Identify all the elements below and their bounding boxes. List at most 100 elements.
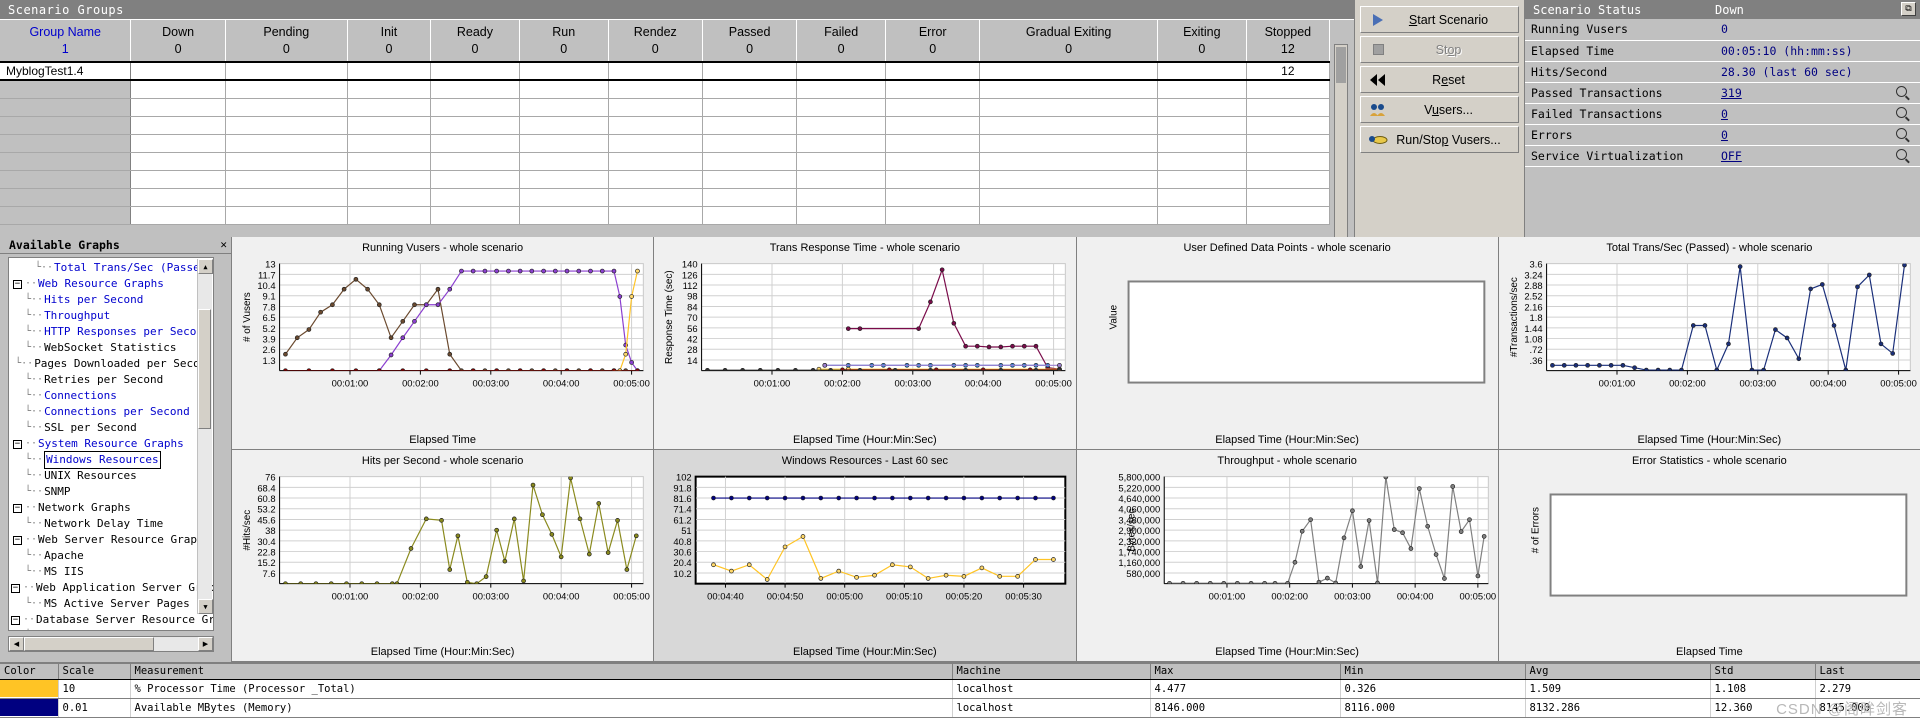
magnifier-icon[interactable] xyxy=(1882,145,1920,167)
table-row-empty[interactable] xyxy=(0,98,1331,117)
chart-running-vusers[interactable]: Running Vusers - whole scenario 13 11.7 10.… xyxy=(232,237,655,450)
magnifier-icon[interactable] xyxy=(1882,124,1920,146)
chart-windows-resources[interactable]: Windows Resources - Last 60 sec 102 91.8 81… xyxy=(654,449,1077,662)
scroll-left-icon[interactable]: ◀ xyxy=(9,637,24,651)
legend-column-color[interactable]: Color xyxy=(0,664,59,680)
tree-vertical-scrollbar[interactable]: ▲ ▼ xyxy=(197,259,213,614)
column-header-passed[interactable]: Passed 0 xyxy=(702,20,798,63)
column-header-down[interactable]: Down 0 xyxy=(130,20,226,63)
tree-collapse-icon[interactable]: − xyxy=(11,615,20,625)
restore-window-icon[interactable]: ⧉ xyxy=(1901,2,1916,16)
tree-horizontal-scrollbar[interactable]: ◀ ▶ xyxy=(8,636,214,652)
tree-item-websocket-statistics[interactable]: └·· WebSocket Statistics xyxy=(11,340,213,356)
tree-item-windows-resources[interactable]: └·· Windows Resources xyxy=(11,451,213,469)
tree-item-network-delay-time[interactable]: └·· Network Delay Time xyxy=(11,516,213,532)
status-value-link[interactable]: 0 xyxy=(1721,128,1728,142)
table-row-empty[interactable] xyxy=(0,188,1331,207)
tree-item-unix-resources[interactable]: └·· UNIX Resources xyxy=(11,468,213,484)
column-header-error[interactable]: Error 0 xyxy=(885,20,981,63)
tree-collapse-icon[interactable]: − xyxy=(11,583,20,593)
status-value-link[interactable]: OFF xyxy=(1721,149,1742,163)
tree-item-pages-downloaded-per-second[interactable]: └·· Pages Downloaded per Second xyxy=(11,356,213,372)
table-row[interactable]: MyblogTest1.4 12 xyxy=(0,62,1331,81)
tree-item-database-server-resource-graph[interactable]: −··Database Server Resource Graph xyxy=(11,612,213,628)
tree-item-ms-iis[interactable]: └·· MS IIS xyxy=(11,564,213,580)
legend-row[interactable]: 0.01 Available MBytes (Memory) localhost 81… xyxy=(0,698,1920,718)
chart-hits-per-second[interactable]: Hits per Second - whole scenario 76 68.4 60… xyxy=(232,449,655,662)
table-row-empty[interactable] xyxy=(0,206,1331,225)
legend-column-avg[interactable]: Avg xyxy=(1525,664,1711,680)
scroll-down-icon[interactable]: ▼ xyxy=(198,599,213,614)
scrollbar-thumb[interactable] xyxy=(198,309,211,429)
tree-collapse-icon[interactable]: − xyxy=(13,439,22,449)
table-row-empty[interactable] xyxy=(0,80,1331,99)
column-header-init[interactable]: Init 0 xyxy=(347,20,432,63)
available-graphs-tree[interactable]: └·· Total Trans/Sec (Passed) − ·· Web Resour… xyxy=(8,257,214,631)
column-header-run[interactable]: Run 0 xyxy=(519,20,609,63)
column-header-exiting[interactable]: Exiting 0 xyxy=(1157,20,1247,63)
legend-column-last[interactable]: Last xyxy=(1815,664,1920,680)
tree-item-retries-per-second[interactable]: └·· Retries per Second xyxy=(11,372,213,388)
tree-collapse-icon[interactable]: − xyxy=(13,535,22,545)
run-stop-vusers-button[interactable]: Run/Stop Vusers... xyxy=(1360,126,1519,153)
column-header-pending[interactable]: Pending 0 xyxy=(225,20,348,63)
column-header-gradual-exiting[interactable]: Gradual Exiting 0 xyxy=(979,20,1158,63)
column-header-group-name[interactable]: Group Name 1 xyxy=(0,20,132,63)
reset-button[interactable]: Reset xyxy=(1360,66,1519,93)
tree-item-throughput[interactable]: └·· Throughput xyxy=(11,308,213,324)
chart-throughput[interactable]: Throughput - whole scenario 5,800,000 5,22… xyxy=(1076,449,1499,662)
chart-error-statistics[interactable]: Error Statistics - whole scenario # of Er… xyxy=(1498,449,1920,662)
tree-collapse-icon[interactable]: − xyxy=(13,503,22,513)
tree-item-http-responses-per-second[interactable]: └·· HTTP Responses per Second xyxy=(11,324,213,340)
close-icon[interactable]: ✕ xyxy=(220,238,227,251)
column-header-ready[interactable]: Ready 0 xyxy=(430,20,520,63)
status-value-link[interactable]: 319 xyxy=(1721,86,1742,100)
column-header-stopped[interactable]: Stopped 12 xyxy=(1246,20,1331,63)
vusers-button[interactable]: Vusers... xyxy=(1360,96,1519,123)
chart-total-trans-sec-passed[interactable]: Total Trans/Sec (Passed) - whole scenari… xyxy=(1498,237,1920,450)
status-value-link[interactable]: 0 xyxy=(1721,107,1728,121)
scroll-right-icon[interactable]: ▶ xyxy=(198,637,213,651)
column-header-failed[interactable]: Failed 0 xyxy=(796,20,887,63)
chart-user-defined-data-points[interactable]: User Defined Data Points - whole scenari… xyxy=(1076,237,1499,450)
tree-item-ms-active-server-pages[interactable]: └·· MS Active Server Pages xyxy=(11,596,213,612)
legend-column-max[interactable]: Max xyxy=(1150,664,1341,680)
tree-item-total-trans-sec-passed-[interactable]: └·· Total Trans/Sec (Passed) xyxy=(11,260,213,276)
status-value[interactable]: 0 xyxy=(1715,124,1882,146)
start-scenario-button[interactable]: Start Scenario xyxy=(1360,6,1519,33)
magnifier-icon[interactable] xyxy=(1882,82,1920,104)
tree-item-web-resource-graphs[interactable]: − ·· Web Resource Graphs xyxy=(11,276,213,292)
table-row-empty[interactable] xyxy=(0,170,1331,189)
tree-item-system-resource-graphs[interactable]: − ·· System Resource Graphs xyxy=(11,436,213,452)
table-row-empty[interactable] xyxy=(0,116,1331,135)
column-header-rendez[interactable]: Rendez 0 xyxy=(608,20,703,63)
legend-column-measurement[interactable]: Measurement xyxy=(130,664,953,680)
status-value[interactable]: 0 xyxy=(1715,103,1882,125)
legend-column-min[interactable]: Min xyxy=(1340,664,1526,680)
status-value[interactable]: OFF xyxy=(1715,145,1882,167)
tree-item-web-application-server-graphs[interactable]: − ·· Web Application Server Graphs xyxy=(11,580,213,596)
tree-item-ssl-per-second[interactable]: └·· SSL per Second xyxy=(11,420,213,436)
tree-collapse-icon[interactable]: − xyxy=(13,279,22,289)
tree-item-web-server-resource-graphs[interactable]: − ·· Web Server Resource Graphs xyxy=(11,532,213,548)
tree-item-network-graphs[interactable]: − ·· Network Graphs xyxy=(11,500,213,516)
status-value[interactable]: 319 xyxy=(1715,82,1882,104)
tree-item-connections[interactable]: └·· Connections xyxy=(11,388,213,404)
tree-item-snmp[interactable]: └·· SNMP xyxy=(11,484,213,500)
legend-column-scale[interactable]: Scale xyxy=(58,664,131,680)
legend-column-std[interactable]: Std xyxy=(1710,664,1816,680)
legend-column-machine[interactable]: Machine xyxy=(952,664,1151,680)
tree-item-connections-per-second[interactable]: └·· Connections per Second xyxy=(11,404,213,420)
table-row-empty[interactable] xyxy=(0,152,1331,171)
chart-trans-response-time[interactable]: Trans Response Time - whole scenario 140 1… xyxy=(654,237,1077,450)
scrollbar-thumb[interactable] xyxy=(1336,47,1346,83)
scroll-up-icon[interactable]: ▲ xyxy=(198,259,213,274)
tree-item-oracle[interactable]: └··Oracle xyxy=(11,628,213,630)
legend-row[interactable]: 10% Processor Time (Processor _Total) loc… xyxy=(0,679,1920,699)
scrollbar-thumb[interactable] xyxy=(24,637,154,651)
table-row-empty[interactable] xyxy=(0,134,1331,153)
tree-item-apache[interactable]: └·· Apache xyxy=(11,548,213,564)
scenario-groups-scrollbar[interactable] xyxy=(1334,44,1348,244)
magnifier-icon[interactable] xyxy=(1882,103,1920,125)
tree-item-hits-per-second[interactable]: └·· Hits per Second xyxy=(11,292,213,308)
